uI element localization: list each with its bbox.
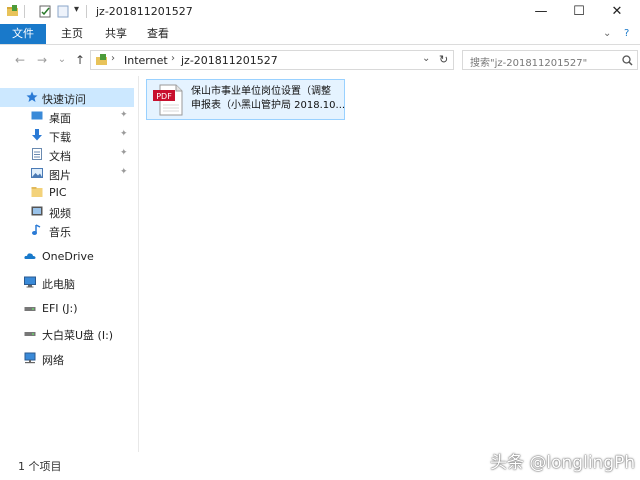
refresh-icon[interactable]: ↻ xyxy=(439,53,448,66)
breadcrumb-separator-icon: › xyxy=(111,53,115,64)
search-input[interactable]: 搜索"jz-201811201527" xyxy=(470,54,587,69)
document-icon xyxy=(32,148,42,160)
sidebar-item-label: 大白菜U盘 (I:) xyxy=(42,329,114,342)
sidebar-item-label: EFI (J:) xyxy=(42,302,78,315)
recent-locations-icon[interactable]: ⌄ xyxy=(54,52,70,68)
download-icon xyxy=(32,129,42,141)
sidebar-item-quick-access[interactable]: 快速访问 xyxy=(0,88,134,107)
sidebar-item-label: OneDrive xyxy=(42,250,94,263)
network-icon xyxy=(24,352,36,364)
properties-icon[interactable] xyxy=(39,5,52,18)
sidebar-item-label: 图片 xyxy=(49,169,71,182)
navigation-bar: ← → ⌄ ↑ › Internet › jz-201811201527 ⌄ ↻… xyxy=(0,45,640,75)
star-icon xyxy=(26,91,38,102)
sidebar-item-network[interactable]: 网络 xyxy=(0,349,134,368)
pdf-icon: PDF xyxy=(153,84,183,116)
forward-icon[interactable]: → xyxy=(34,52,50,68)
sidebar-item-desktop[interactable]: 桌面 ✦ xyxy=(0,107,134,126)
breadcrumb-separator-icon: › xyxy=(171,53,175,64)
file-name-line-2: 申报表（小黑山管护局 2018.10... xyxy=(191,100,346,111)
sidebar-item-label: 桌面 xyxy=(49,112,71,125)
navigation-pane: 快速访问 桌面 ✦ 下载 ✦ 文档 ✦ 图片 ✦ PIC 视频 音乐 OneDr… xyxy=(0,76,139,452)
music-icon xyxy=(32,224,41,235)
drive-icon xyxy=(24,332,36,336)
tab-view[interactable]: 查看 xyxy=(138,24,178,44)
pin-icon: ✦ xyxy=(120,167,128,177)
file-item-pdf[interactable]: PDF 保山市事业单位岗位设置（调整 申报表（小黑山管护局 2018.10... xyxy=(146,79,345,120)
item-count: 1 个项目 xyxy=(18,460,62,473)
sidebar-item-label: 文档 xyxy=(49,150,71,163)
new-folder-icon[interactable] xyxy=(57,5,70,18)
sidebar-item-label: 快速访问 xyxy=(42,93,86,106)
drive-icon xyxy=(24,307,36,311)
sidebar-item-label: 视频 xyxy=(49,207,71,220)
sidebar-item-label: PIC xyxy=(49,186,67,199)
breadcrumb-internet[interactable]: Internet xyxy=(124,54,168,67)
sidebar-item-music[interactable]: 音乐 xyxy=(0,221,134,240)
search-icon[interactable] xyxy=(622,55,633,66)
up-icon[interactable]: ↑ xyxy=(72,52,88,68)
divider xyxy=(24,5,25,18)
ribbon-tabs: 文件 主页 共享 查看 ⌄ ? xyxy=(0,24,640,45)
tab-share[interactable]: 共享 xyxy=(96,24,136,44)
sidebar-item-videos[interactable]: 视频 xyxy=(0,202,134,221)
file-list[interactable]: PDF 保山市事业单位岗位设置（调整 申报表（小黑山管护局 2018.10... xyxy=(139,76,640,452)
file-name: 保山市事业单位岗位设置（调整 申报表（小黑山管护局 2018.10... xyxy=(191,85,345,113)
picture-icon xyxy=(31,168,43,178)
search-box[interactable]: 搜索"jz-201811201527" xyxy=(462,50,638,70)
window-title: jz-201811201527 xyxy=(96,5,193,18)
sidebar-item-documents[interactable]: 文档 ✦ xyxy=(0,145,134,164)
sidebar-item-pictures[interactable]: 图片 ✦ xyxy=(0,164,134,183)
sidebar-item-onedrive[interactable]: OneDrive xyxy=(0,247,134,266)
pdf-icon-label: PDF xyxy=(156,92,172,101)
sidebar-item-label: 此电脑 xyxy=(42,278,75,291)
sidebar-item-label: 下载 xyxy=(49,131,71,144)
pin-icon: ✦ xyxy=(120,110,128,120)
internet-folder-icon xyxy=(96,54,107,65)
tab-home[interactable]: 主页 xyxy=(52,24,92,44)
folder-icon xyxy=(31,187,43,197)
watermark: 头条 @longlingPh xyxy=(490,453,636,473)
address-dropdown-icon[interactable]: ⌄ xyxy=(422,53,430,64)
computer-icon xyxy=(24,276,36,288)
help-icon[interactable]: ? xyxy=(624,24,629,44)
sidebar-item-label: 网络 xyxy=(42,354,64,367)
sidebar-item-efi-drive[interactable]: EFI (J:) xyxy=(0,299,134,318)
sidebar-item-pic[interactable]: PIC xyxy=(0,183,134,202)
breadcrumb-current-folder[interactable]: jz-201811201527 xyxy=(181,54,278,67)
tab-file[interactable]: 文件 xyxy=(0,24,46,44)
sidebar-item-usb-drive[interactable]: 大白菜U盘 (I:) xyxy=(0,324,134,343)
divider xyxy=(86,5,87,18)
sidebar-item-downloads[interactable]: 下载 ✦ xyxy=(0,126,134,145)
file-name-line-1: 保山市事业单位岗位设置（调整 xyxy=(191,86,331,97)
folder-properties-icon[interactable] xyxy=(6,5,19,18)
title-bar: ▾ jz-201811201527 — ☐ ✕ xyxy=(0,0,640,24)
customize-quick-access-icon[interactable]: ▾ xyxy=(74,4,79,15)
pin-icon: ✦ xyxy=(120,148,128,158)
ribbon-collapse-icon[interactable]: ⌄ xyxy=(603,24,611,44)
desktop-icon xyxy=(31,111,43,120)
close-button[interactable]: ✕ xyxy=(594,0,640,24)
sidebar-item-this-pc[interactable]: 此电脑 xyxy=(0,273,134,292)
cloud-icon xyxy=(24,253,36,259)
back-icon[interactable]: ← xyxy=(12,52,28,68)
sidebar-item-label: 音乐 xyxy=(49,226,71,239)
pin-icon: ✦ xyxy=(120,129,128,139)
video-icon xyxy=(31,206,43,216)
address-bar[interactable]: › Internet › jz-201811201527 ⌄ ↻ xyxy=(90,50,454,70)
